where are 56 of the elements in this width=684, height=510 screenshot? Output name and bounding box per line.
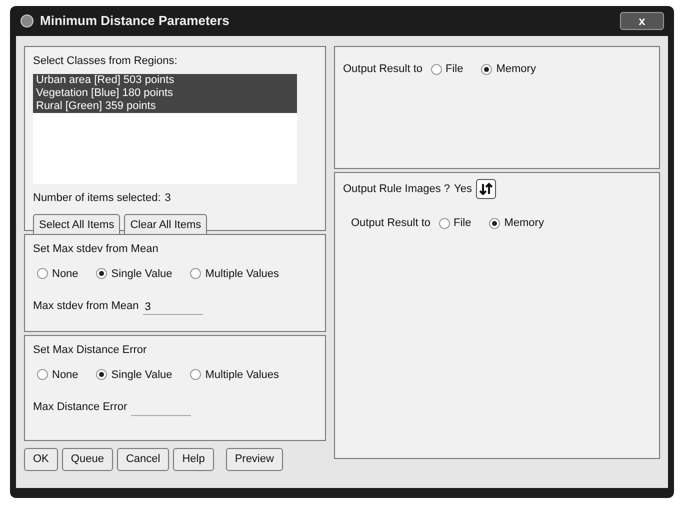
- radio-label: Memory: [496, 62, 536, 77]
- radio-button[interactable]: [489, 218, 500, 229]
- section-title: Set Max Distance Error: [33, 343, 148, 358]
- radio-label: File: [446, 62, 464, 77]
- value-field[interactable]: 3: [142, 300, 203, 314]
- swap-arrows-icon: [478, 182, 493, 196]
- radio-option[interactable]: Memory: [481, 61, 536, 78]
- radio-button[interactable]: [481, 64, 492, 75]
- dialog-button[interactable]: Cancel: [116, 448, 170, 470]
- class-list[interactable]: Urban area [Red] 503 points Vegetation [Blue] 180 points Rural [Green] 359 points: [33, 74, 297, 184]
- radio-button[interactable]: [96, 369, 108, 380]
- radio-option[interactable]: Single Value: [96, 266, 172, 282]
- toggle-button[interactable]: [476, 179, 496, 199]
- radio-button[interactable]: [37, 268, 48, 280]
- radio-label: Multiple Values: [205, 368, 280, 382]
- dialog-button[interactable]: Queue: [62, 448, 113, 470]
- dialog-button[interactable]: OK: [24, 448, 58, 470]
- radio-label: File: [454, 216, 472, 231]
- radio-option[interactable]: None: [37, 266, 78, 282]
- radio-label: Multiple Values: [205, 266, 280, 282]
- radio-option[interactable]: Single Value: [96, 366, 172, 383]
- list-item[interactable]: Urban area [Red] 503 points: [33, 74, 297, 86]
- radio-label: Memory: [504, 216, 544, 231]
- radio-button[interactable]: [37, 369, 48, 380]
- field-label: Max Distance Error: [33, 400, 128, 415]
- rule-images-value: Yes: [454, 182, 472, 197]
- radio-option[interactable]: Multiple Values: [190, 266, 280, 282]
- section-label: Select Classes from Regions:: [33, 54, 178, 69]
- preview-button[interactable]: Preview: [226, 448, 283, 470]
- radio-label: Single Value: [111, 266, 172, 282]
- radio-button[interactable]: [438, 218, 450, 229]
- radio-option[interactable]: File: [438, 215, 472, 232]
- field-label: Max stdev from Mean: [33, 299, 139, 314]
- window-title: Minimum Distance Parameters: [40, 12, 230, 30]
- list-item[interactable]: Rural [Green] 359 points: [33, 100, 297, 112]
- radio-button[interactable]: [96, 268, 108, 280]
- rule-images-label: Output Rule Images ?: [343, 182, 450, 197]
- radio-label: None: [52, 266, 78, 282]
- section-title: Set Max stdev from Mean: [33, 242, 160, 257]
- items-selected-label: Number of items selected:: [33, 190, 161, 206]
- radio-option[interactable]: Multiple Values: [190, 366, 280, 383]
- list-item[interactable]: Vegetation [Blue] 180 points: [33, 86, 297, 100]
- radio-option[interactable]: File: [430, 61, 464, 78]
- items-selected-count: 3: [164, 190, 171, 206]
- output-label: Output Result to: [343, 62, 422, 77]
- radio-button[interactable]: [430, 64, 442, 75]
- radio-option[interactable]: Memory: [489, 215, 544, 232]
- radio-button[interactable]: [190, 369, 202, 380]
- app-icon: [20, 14, 34, 28]
- output-label: Output Result to: [351, 216, 430, 231]
- radio-button[interactable]: [190, 268, 202, 280]
- radio-label: None: [52, 368, 78, 382]
- radio-option[interactable]: None: [37, 366, 78, 383]
- radio-label: Single Value: [111, 368, 172, 382]
- close-button[interactable]: x: [620, 12, 664, 30]
- dialog-button[interactable]: Help: [173, 448, 214, 470]
